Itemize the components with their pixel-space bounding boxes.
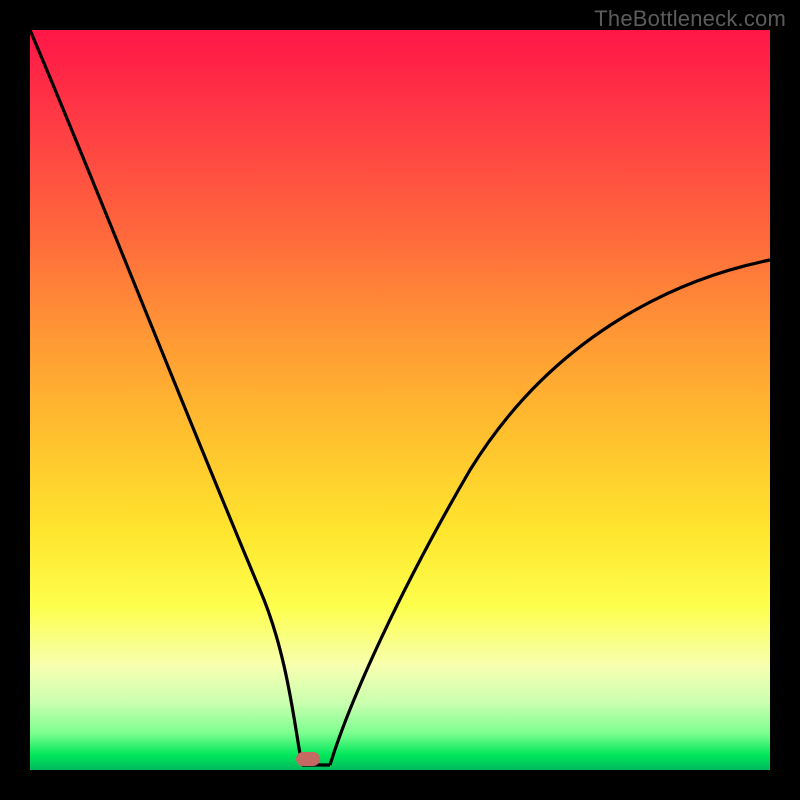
curve-left-branch <box>30 30 302 765</box>
curve-right-branch <box>330 260 770 765</box>
chart-frame: TheBottleneck.com <box>0 0 800 800</box>
watermark-text: TheBottleneck.com <box>594 6 786 32</box>
bottleneck-curve <box>30 30 770 770</box>
optimal-point-marker <box>296 752 320 766</box>
plot-area <box>30 30 770 770</box>
